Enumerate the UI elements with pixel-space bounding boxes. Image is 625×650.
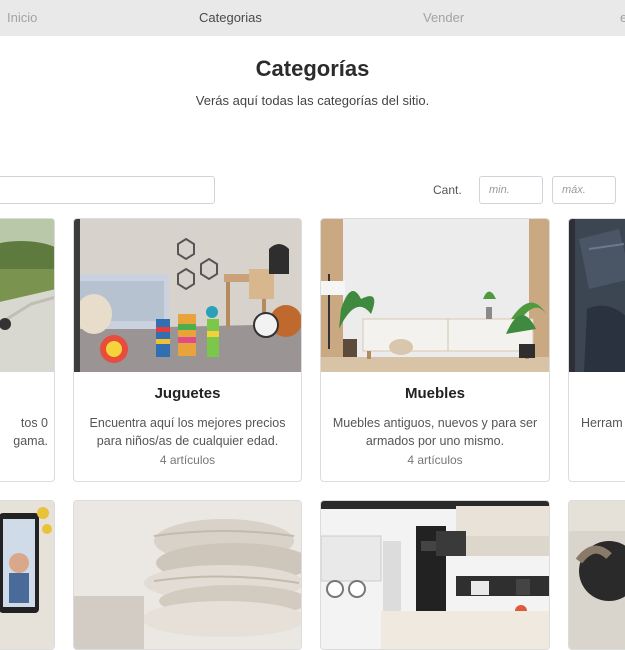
category-card[interactable] xyxy=(0,500,55,650)
page-title: Categorías xyxy=(255,56,370,81)
category-card-juguetes[interactable]: Juguetes Encuentra aquí los mejores prec… xyxy=(73,218,302,482)
category-image-muebles xyxy=(321,219,549,372)
navbar: Inicio Categorias Vender e xyxy=(0,0,625,36)
category-card[interactable] xyxy=(320,500,550,650)
search-input[interactable] xyxy=(0,176,215,204)
nav-link-inicio[interactable]: Inicio xyxy=(7,10,37,25)
category-image xyxy=(0,219,54,372)
nav-link-categorias[interactable]: Categorias xyxy=(199,10,262,25)
category-card[interactable] xyxy=(73,500,302,650)
category-description: tos 0 gama. xyxy=(13,416,48,448)
category-description: Herram xyxy=(581,416,623,430)
min-count-input[interactable] xyxy=(479,176,543,204)
category-image xyxy=(0,501,54,649)
category-image xyxy=(74,501,301,649)
category-card[interactable] xyxy=(568,500,625,650)
category-count: 4 artículos xyxy=(407,453,463,467)
category-title: Muebles xyxy=(404,385,465,402)
category-card[interactable]: Herram xyxy=(568,218,625,482)
category-image xyxy=(569,501,625,649)
nav-link-cut[interactable]: e xyxy=(620,10,625,25)
category-card[interactable]: tos 0 gama. xyxy=(0,218,55,482)
category-image-juguetes xyxy=(74,219,301,372)
category-description: Encuentra aquí los mejores precios para … xyxy=(89,416,286,448)
cant-label: Cant. xyxy=(433,183,462,197)
category-count: 4 artículos xyxy=(159,453,216,467)
category-description: Muebles antiguos, nuevos y para ser arma… xyxy=(332,416,538,448)
category-card-muebles[interactable]: Muebles Muebles antiguos, nuevos y para … xyxy=(320,218,550,482)
category-title: Juguetes xyxy=(154,385,221,402)
max-count-input[interactable] xyxy=(552,176,616,204)
category-image xyxy=(321,501,549,649)
nav-link-vender[interactable]: Vender xyxy=(423,10,464,25)
page-subtitle: Verás aquí todas las categorías del siti… xyxy=(195,93,430,108)
category-image xyxy=(569,219,625,372)
